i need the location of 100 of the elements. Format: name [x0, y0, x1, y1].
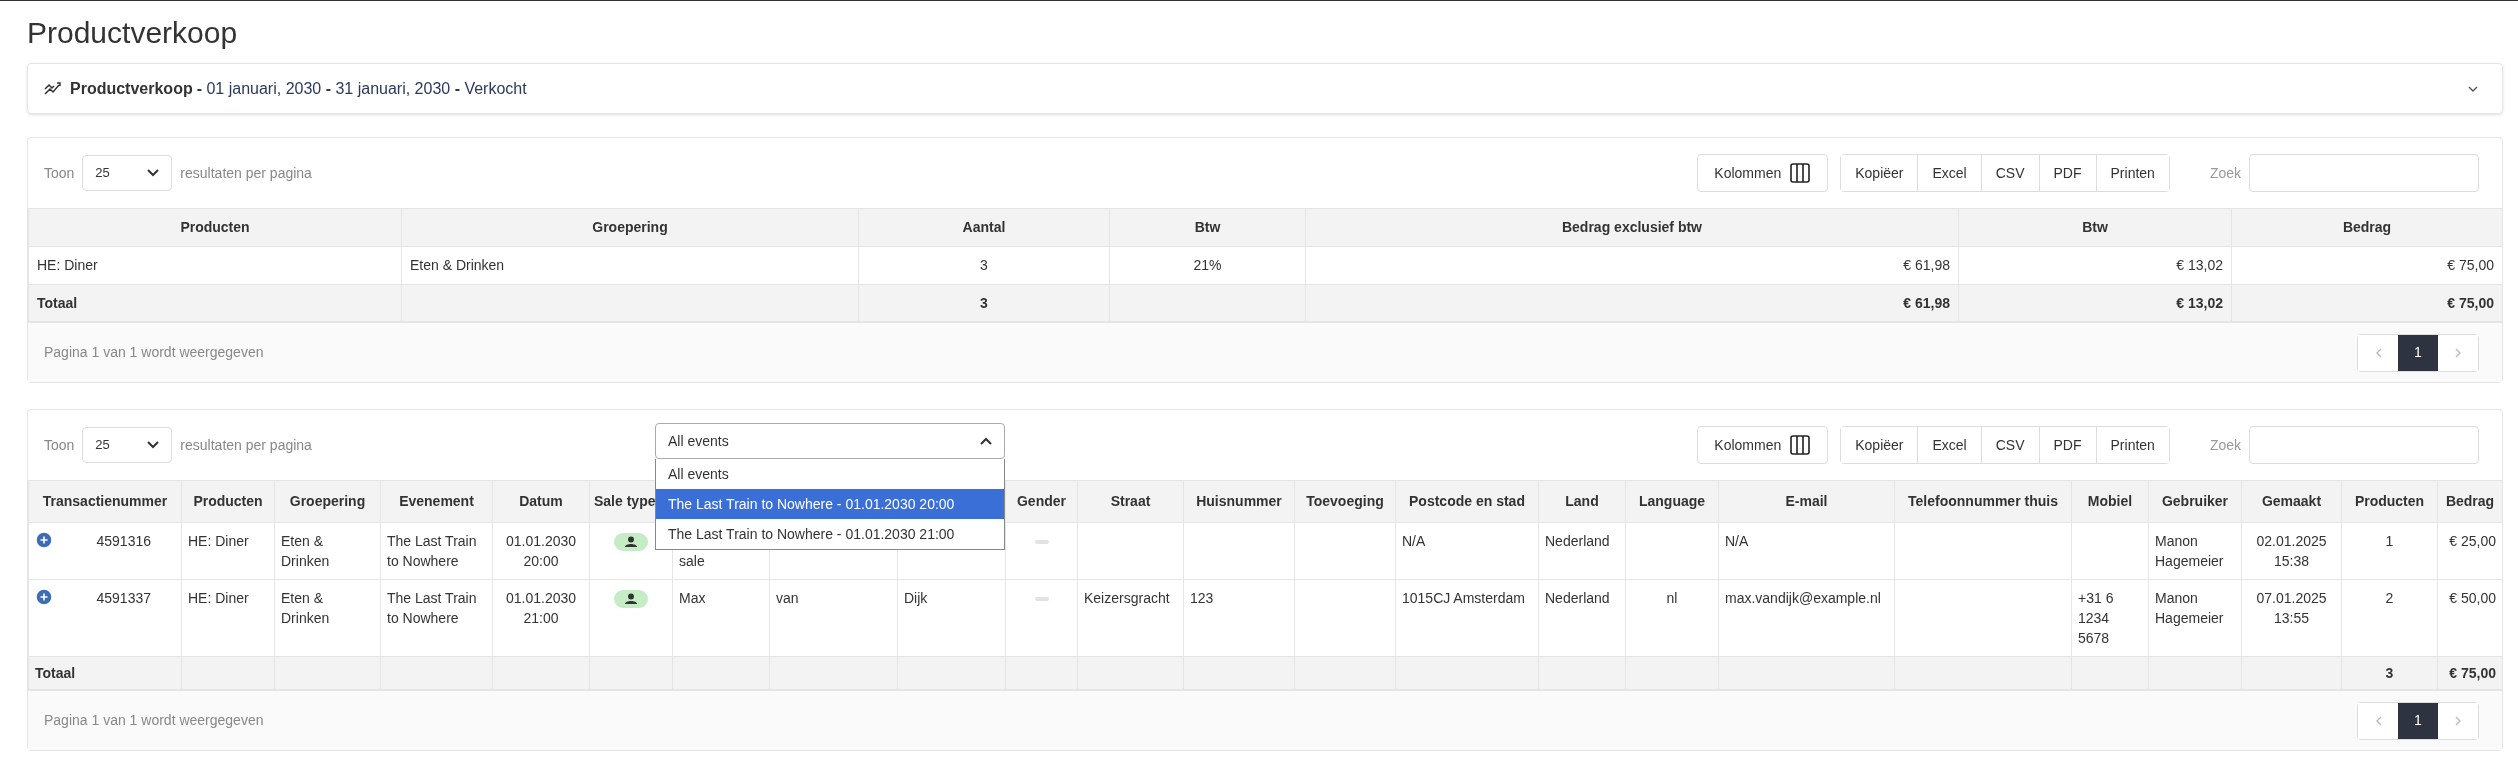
page-button[interactable]: 1: [2398, 702, 2438, 739]
cell-text: Manon Hagemeier: [2155, 590, 2224, 626]
columns-icon: [1789, 162, 1812, 184]
cell-text: 01.01.2030 20:00: [505, 533, 577, 569]
show-label: Toon: [44, 163, 75, 183]
page-info: Pagina 1 van 1 wordt weergegeven: [44, 343, 264, 362]
search-label: Zoek: [2209, 163, 2241, 183]
cell-text: Totaal: [37, 294, 78, 311]
column-header[interactable]: Aantal: [858, 208, 1110, 247]
columns-button[interactable]: Kolommen: [1697, 154, 1829, 192]
cell-text: Eten & Drinken: [281, 590, 330, 626]
person-badge-icon: [614, 590, 648, 609]
cell-text: Nederland: [1545, 590, 1610, 606]
cell-text: Eten & Drinken: [281, 533, 330, 569]
page-size-select[interactable]: 25: [82, 155, 173, 191]
report-header-card[interactable]: Productverkoop - 01 januari, 2030 - 31 januari, 2030 - Verkocht: [27, 63, 2503, 114]
dash-icon: [1034, 540, 1049, 545]
columns-button[interactable]: Kolommen: [1697, 426, 1829, 464]
column-header[interactable]: Bedrag: [2231, 208, 2503, 247]
column-header[interactable]: Producten: [28, 208, 402, 247]
cell-text: € 61,98: [1903, 257, 1950, 273]
page-info: Pagina 1 van 1 wordt weergegeven: [44, 711, 264, 730]
cell-text: van: [776, 590, 799, 606]
export-button[interactable]: Printen: [2095, 155, 2169, 191]
cell-text: € 75,00: [2447, 257, 2494, 273]
person-badge-icon: [614, 533, 648, 552]
cell-text: Nederland: [1545, 533, 1610, 549]
search-label: Zoek: [2209, 435, 2241, 455]
cell-text: Keizersgracht: [1084, 590, 1170, 606]
column-header[interactable]: Datum: [519, 493, 563, 509]
cell-text: Totaal: [35, 664, 76, 681]
previous-page-button[interactable]: [2358, 702, 2398, 739]
cell-text: Max: [679, 590, 706, 606]
cell-text: max.vandijk@example.nl: [1725, 590, 1881, 606]
cell-text: 3: [2385, 664, 2394, 681]
cell-text: Eten & Drinken: [410, 257, 505, 273]
cell-text: Manon Hagemeier: [2155, 533, 2224, 569]
column-header[interactable]: Land: [1565, 493, 1599, 509]
cell-text: 2: [2385, 590, 2394, 606]
cell-text: 01.01.2030 21:00: [505, 590, 577, 626]
cell-text: € 75,00: [2447, 294, 2494, 311]
search-field[interactable]: [2249, 154, 2479, 192]
cell-text: sale: [679, 553, 705, 569]
event-option[interactable]: The Last Train to Nowhere - 01.01.2030 21:00: [656, 519, 1004, 549]
next-page-button[interactable]: [2438, 334, 2478, 371]
cell-text: 1: [2385, 533, 2394, 549]
cell-text: The Last Train to Nowhere: [387, 533, 477, 569]
event-option[interactable]: The Last Train to Nowhere - 01.01.2030 20:00: [656, 489, 1004, 519]
cell-text: 4591337: [96, 590, 151, 606]
cell-text: 07.01.2025 13:55: [2256, 590, 2327, 626]
chevron-left-icon: [2374, 715, 2382, 726]
cell-text: 4591316: [96, 533, 151, 549]
cell-text: € 61,98: [1903, 294, 1950, 311]
report-period: - 01 januari, 2030 - 31 januari, 2030 - Verkocht: [196, 78, 527, 99]
cell-text: € 25,00: [2449, 533, 2496, 549]
event-option[interactable]: All events: [656, 459, 1004, 489]
export-button[interactable]: Printen: [2095, 427, 2169, 463]
search-field[interactable]: [2249, 426, 2479, 464]
columns-icon: [1789, 434, 1812, 456]
cell-text: nl: [1666, 590, 1678, 606]
cell-text: Dijk: [904, 590, 928, 606]
show-label: Toon: [44, 435, 75, 455]
trend-chart-icon: [44, 81, 62, 96]
dash-icon: [1034, 597, 1049, 602]
cell-text: 02.01.2025 15:38: [2256, 533, 2327, 569]
per-page-label: resultaten per pagina: [180, 163, 312, 183]
previous-page-button[interactable]: [2358, 334, 2398, 371]
page-size-select[interactable]: 25: [82, 427, 173, 463]
event-filter-select[interactable]: All events: [655, 423, 1005, 459]
expand-row-icon[interactable]: [35, 531, 53, 549]
column-header[interactable]: Straat: [1110, 493, 1151, 509]
chevron-right-icon: [2454, 347, 2462, 358]
page-button[interactable]: 1: [2398, 334, 2438, 371]
per-page-label: resultaten per pagina: [180, 435, 312, 455]
cell-text: N/A: [1402, 533, 1426, 549]
chevron-left-icon: [2374, 347, 2382, 358]
cell-text: 123: [1190, 590, 1214, 606]
cell-text: € 13,02: [2176, 294, 2223, 311]
cell-text: € 50,00: [2449, 590, 2496, 606]
cell-text: € 75,00: [2449, 664, 2496, 681]
cell-text: +31 6 1234 5678: [2078, 590, 2114, 646]
page-title: Productverkoop: [27, 15, 239, 51]
chevron-right-icon: [2454, 715, 2462, 726]
column-header[interactable]: E-mail: [1785, 493, 1828, 509]
column-header[interactable]: Btw: [1958, 208, 2232, 247]
cell-text: 3: [980, 294, 988, 311]
column-header[interactable]: Bedrag exclusief btw: [1305, 208, 1959, 247]
column-header[interactable]: Btw: [1109, 208, 1306, 247]
next-page-button[interactable]: [2438, 702, 2478, 739]
cell-text: HE: Diner: [188, 533, 249, 549]
cell-text: HE: Diner: [37, 257, 98, 273]
chevron-down-icon: [147, 169, 160, 177]
cell-text: € 13,02: [2176, 257, 2223, 273]
cell-text: N/A: [1725, 533, 1749, 549]
column-header[interactable]: Groepering: [401, 208, 859, 247]
expand-row-icon[interactable]: [35, 588, 53, 606]
cell-text: 1015CJ Amsterdam: [1402, 590, 1525, 606]
cell-text: The Last Train to Nowhere: [387, 590, 477, 626]
cell-text: 21%: [1193, 257, 1222, 273]
cell-text: HE: Diner: [188, 590, 249, 606]
